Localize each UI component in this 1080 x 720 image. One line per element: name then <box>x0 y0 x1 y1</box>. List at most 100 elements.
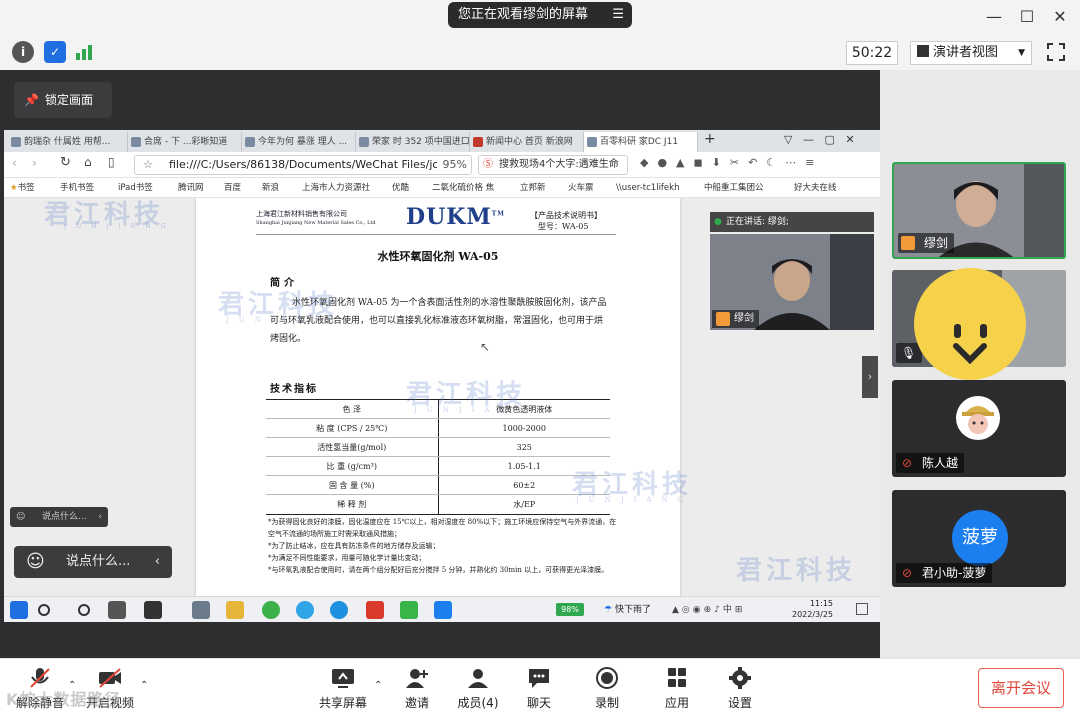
forward-icon[interactable]: › <box>32 156 37 170</box>
wechat-icon[interactable] <box>400 601 418 619</box>
grid-icon <box>917 45 929 57</box>
view-mode-dropdown[interactable]: 演讲者视图 ▼ <box>910 41 1032 65</box>
refresh-icon[interactable]: ↻ <box>60 155 71 170</box>
browser-tab-active[interactable]: 百零科研 家DC J11 <box>584 132 698 152</box>
user-icon <box>716 312 730 326</box>
spec-row: 固 含 量 (%) 60±2 <box>266 476 610 495</box>
bookmark-star-icon[interactable]: ☆ <box>143 156 153 174</box>
spec-table: 色 泽微黄色透明液体 粘 度 (CPS / 25℃) 1000-2000 活性氢当… <box>266 399 610 515</box>
bookmark-item[interactable]: 好大夫在线 <box>794 178 837 198</box>
speaker-mini-name: 缪剑 <box>712 310 759 328</box>
maximize-icon[interactable]: ☐ <box>1013 6 1041 28</box>
chat-button[interactable]: 聊天 <box>503 666 575 711</box>
participant-tile[interactable]: 缪剑 <box>892 162 1066 259</box>
sharing-notice-pill[interactable]: 您正在观看缪剑的屏幕 ☰ <box>448 2 632 28</box>
browser-tab[interactable]: 今年为何 暴涨 理人 ... <box>242 132 356 152</box>
extension-icons[interactable]: ◆●▲◼⬇✂↶☾⋯≡ <box>640 156 823 169</box>
bookmark-label: 书签 <box>17 183 35 193</box>
participant-name: 缪剑 <box>898 233 955 253</box>
chat-input[interactable]: ☺ 说点什么... ‹ <box>14 546 172 578</box>
fullscreen-icon[interactable] <box>1046 42 1066 62</box>
taskbar-clock[interactable]: 11:15 2022/3/25 <box>792 598 833 620</box>
search-icon[interactable] <box>38 604 50 616</box>
watermark-sub: JUNJIANG <box>64 222 177 230</box>
edge-icon[interactable] <box>330 601 348 619</box>
signal-icon[interactable] <box>74 42 94 62</box>
window-controls[interactable]: ▽ — ▢ ✕ <box>784 133 855 146</box>
participant-tile[interactable]: 菠萝 ⊘ 君小助-菠萝 <box>892 490 1066 587</box>
bookmark-item[interactable]: 手机书签 <box>60 178 94 198</box>
new-tab-icon[interactable]: + <box>704 131 716 147</box>
tray-icons[interactable]: ▲◎◉⊕♪中⊞ <box>672 602 745 615</box>
bookmark-item[interactable]: 新浪 <box>262 178 279 198</box>
battery-indicator[interactable]: 98% <box>556 603 584 616</box>
user-icon <box>901 236 915 250</box>
bookmark-item[interactable]: 上海市人力资源社 <box>302 178 370 198</box>
bookmark-item[interactable]: 立邦新 <box>520 178 546 198</box>
cursor-icon: ↖ <box>480 340 491 354</box>
record-button[interactable]: 录制 <box>571 666 643 711</box>
company-name-cn: 上海君江新材料销售有限公司 <box>256 210 347 218</box>
note-line: *与环氧乳液配合使用时，请在两个组分配好后充分搅拌 5 分钟，并熟化约 30mi… <box>268 566 609 574</box>
list-icon[interactable]: ☰ <box>612 2 624 28</box>
bookmark-item[interactable]: 优酷 <box>392 178 409 198</box>
close-icon[interactable]: ✕ <box>1046 6 1074 28</box>
bookmark-item[interactable]: 中船重工集团公 <box>704 178 764 198</box>
participant-tile[interactable]: ⊘ 陈人越 <box>892 380 1066 477</box>
weather-widget[interactable]: ☂ 快下雨了 <box>604 602 651 615</box>
url-field[interactable]: ☆ file:///C:/Users/86138/Documents/WeCha… <box>134 155 472 175</box>
browser-360-icon[interactable] <box>262 601 280 619</box>
note-line: *为了防止结冰，应在具有防冻条件的地方储存及运输； <box>268 542 440 550</box>
settings-button[interactable]: 设置 <box>704 666 776 711</box>
browser-tab-label: 新闻中心 首页 新浪网 <box>486 137 573 147</box>
browser-tab[interactable]: 荣家 时 352 项中国进口... <box>356 132 470 152</box>
chat-input-small[interactable]: ☺ 说点什么... ‹ <box>10 507 108 527</box>
apps-button[interactable]: 应用 <box>641 666 713 711</box>
zoom-level[interactable]: 95% <box>436 156 467 174</box>
share-screen-button[interactable]: 共享屏幕 <box>307 666 379 711</box>
folder-icon[interactable] <box>226 601 244 619</box>
minimize-icon[interactable]: — <box>980 6 1008 28</box>
chevron-left-icon[interactable]: ‹ <box>155 546 160 578</box>
lock-screen-label: 锁定画面 <box>44 93 93 107</box>
home-icon[interactable]: ⌂ <box>84 155 92 169</box>
start-icon[interactable] <box>10 601 28 619</box>
lock-screen-button[interactable]: 📌 锁定画面 <box>14 82 112 118</box>
browser-tab[interactable]: 合席 - 下 ...彩晰知道 <box>128 132 242 152</box>
wps-icon[interactable] <box>366 601 384 619</box>
reader-icon[interactable]: ▯ <box>108 155 115 169</box>
app-icon[interactable] <box>144 601 162 619</box>
collapse-panel-tab[interactable]: › <box>862 356 878 398</box>
spec-row: 稀 释 剂水/EP <box>266 495 610 514</box>
bookmark-item[interactable]: 二氧化硫价格 焦 <box>432 178 494 198</box>
bookmark-item[interactable]: ★书签 <box>10 178 35 198</box>
calculator-icon[interactable] <box>192 601 210 619</box>
speaker-mini-name-text: 缪剑 <box>734 313 754 324</box>
chevron-up-icon[interactable]: ⌃ <box>140 680 148 691</box>
star-icon: ★ <box>10 183 18 193</box>
avatar <box>956 396 1000 440</box>
bookmark-item[interactable]: iPad书签 <box>118 178 153 198</box>
shield-icon[interactable]: ✓ <box>44 41 66 63</box>
info-icon[interactable]: i <box>12 41 34 63</box>
search-field[interactable]: Ⓢ 搜救现场4个大字:遇难生命 <box>478 155 628 175</box>
bookmark-item[interactable]: 火车票 <box>568 178 594 198</box>
back-icon[interactable]: ‹ <box>12 156 17 170</box>
browser-tab[interactable]: 新闻中心 首页 新浪网 <box>470 132 584 152</box>
bookmark-item[interactable]: 百度 <box>224 178 241 198</box>
browser-icon[interactable] <box>296 601 314 619</box>
notification-icon[interactable] <box>856 603 868 615</box>
task-view-icon[interactable] <box>108 601 126 619</box>
browser-address-bar: ‹ › ↻ ⌂ ▯ ☆ file:///C:/Users/86138/Docum… <box>4 152 880 178</box>
meeting-app-icon[interactable] <box>434 601 452 619</box>
browser-tab[interactable]: 韵瑞杂 什属姓 用帮... <box>8 132 128 152</box>
bookmark-item[interactable]: \\user-tc1lifekh <box>616 178 700 198</box>
bookmark-item[interactable]: 腾讯网 <box>178 178 204 198</box>
mic-muted-icon: ⊘ <box>902 456 913 470</box>
cortana-icon[interactable] <box>78 604 90 616</box>
spec-row: 比 重 (g/cm³) 1.05-1.1 <box>266 457 610 476</box>
add-user-icon <box>404 666 430 690</box>
chevron-left-icon[interactable]: ‹ <box>98 507 102 527</box>
watermark-sub: JUNJIANG <box>414 406 532 414</box>
leave-meeting-button[interactable]: 离开会议 <box>978 668 1064 708</box>
